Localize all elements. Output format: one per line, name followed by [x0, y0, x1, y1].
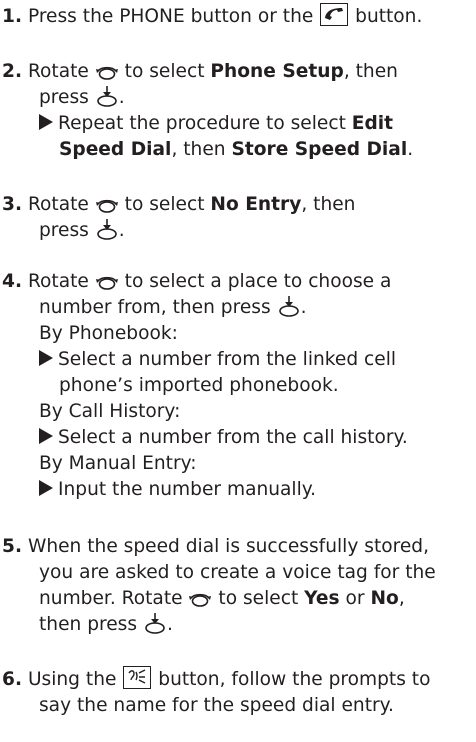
option-label: By Call History:	[39, 401, 181, 422]
option-label: By Manual Entry:	[39, 453, 197, 474]
rotate-knob-icon	[94, 66, 119, 80]
rotate-knob-icon	[94, 199, 119, 213]
step-number: 1.	[2, 6, 23, 27]
note-text: Repeat the procedure to select	[58, 113, 346, 134]
step-2: 2. Rotate to select Phone Setup, then pr…	[2, 59, 476, 163]
press-knob-icon	[145, 612, 165, 634]
step-text: say the name for the speed dial entry.	[39, 695, 394, 716]
step-text: ,	[398, 588, 405, 609]
option-label: By Phonebook:	[39, 323, 178, 344]
instruction-page: 1. Press the PHONE button or the button.…	[0, 0, 476, 742]
step-text: to select	[124, 61, 205, 82]
step-text: When the speed dial is successfully stor…	[27, 536, 430, 557]
step-3: 3. Rotate to select No Entry, then press…	[2, 192, 476, 244]
arrow-bullet-icon	[39, 350, 53, 366]
step-number: 5.	[2, 536, 23, 557]
talk-voice-icon	[123, 666, 152, 689]
press-knob-icon	[96, 85, 117, 107]
step-6: 6. Using the button, follow the prompts …	[2, 666, 476, 719]
step-text: , then	[301, 194, 356, 215]
step-5: 5. When the speed dial is successfully s…	[2, 534, 476, 638]
arrow-bullet-icon	[39, 114, 53, 130]
step-text: .	[166, 614, 173, 635]
step-text: then press	[39, 614, 138, 635]
menu-item-no-entry: No Entry	[210, 194, 302, 215]
step-text: button.	[355, 6, 423, 27]
note-text: .	[407, 139, 414, 160]
step-number: 3.	[2, 194, 23, 215]
step-text: Rotate	[27, 61, 89, 82]
menu-item-store-speed-dial: Store Speed Dial	[231, 139, 408, 160]
step-text: to select	[124, 194, 205, 215]
menu-item-edit: Edit	[351, 113, 394, 134]
arrow-bullet-icon	[39, 480, 53, 496]
step-text: press	[39, 220, 89, 241]
option-text: Select a number from the linked cell	[58, 349, 397, 370]
option-text: Input the number manually.	[58, 479, 317, 500]
step-number: 4.	[2, 271, 23, 292]
option-no: No	[370, 588, 399, 609]
step-text: Rotate	[27, 271, 89, 292]
option-text: phone’s imported phonebook.	[59, 375, 339, 396]
menu-item-phone-setup: Phone Setup	[210, 61, 344, 82]
step-text: to select a place to choose a	[124, 271, 392, 292]
press-knob-icon	[96, 218, 117, 240]
step-text: you are asked to create a voice tag for …	[39, 562, 436, 583]
phone-handset-icon	[320, 3, 349, 26]
arrow-bullet-icon	[39, 428, 53, 444]
step-number: 6.	[2, 669, 23, 690]
step-text: .	[118, 87, 125, 108]
step-text: Rotate	[27, 194, 89, 215]
step-1: 1. Press the PHONE button or the button.	[2, 3, 476, 30]
step-text: or	[345, 588, 365, 609]
step-text: to select	[218, 588, 299, 609]
press-knob-icon	[278, 295, 299, 317]
step-text: .	[300, 297, 307, 318]
step-number: 2.	[2, 61, 23, 82]
rotate-knob-icon	[94, 276, 119, 290]
step-text: , then	[343, 61, 398, 82]
step-text: Using the	[27, 669, 117, 690]
step-4: 4. Rotate to select a place to choose a …	[2, 269, 476, 503]
step-text: .	[118, 220, 125, 241]
step-text: Press the PHONE button or the	[27, 6, 314, 27]
step-text: number from, then press	[39, 297, 271, 318]
option-text: Select a number from the call history.	[58, 427, 408, 448]
note-text: , then	[171, 139, 226, 160]
step-text: press	[39, 87, 89, 108]
step-text: button, follow the prompts to	[158, 669, 431, 690]
menu-item-speed-dial: Speed Dial	[59, 139, 172, 160]
option-yes: Yes	[304, 588, 340, 609]
step-text: number. Rotate	[39, 588, 183, 609]
rotate-knob-icon	[188, 593, 213, 607]
